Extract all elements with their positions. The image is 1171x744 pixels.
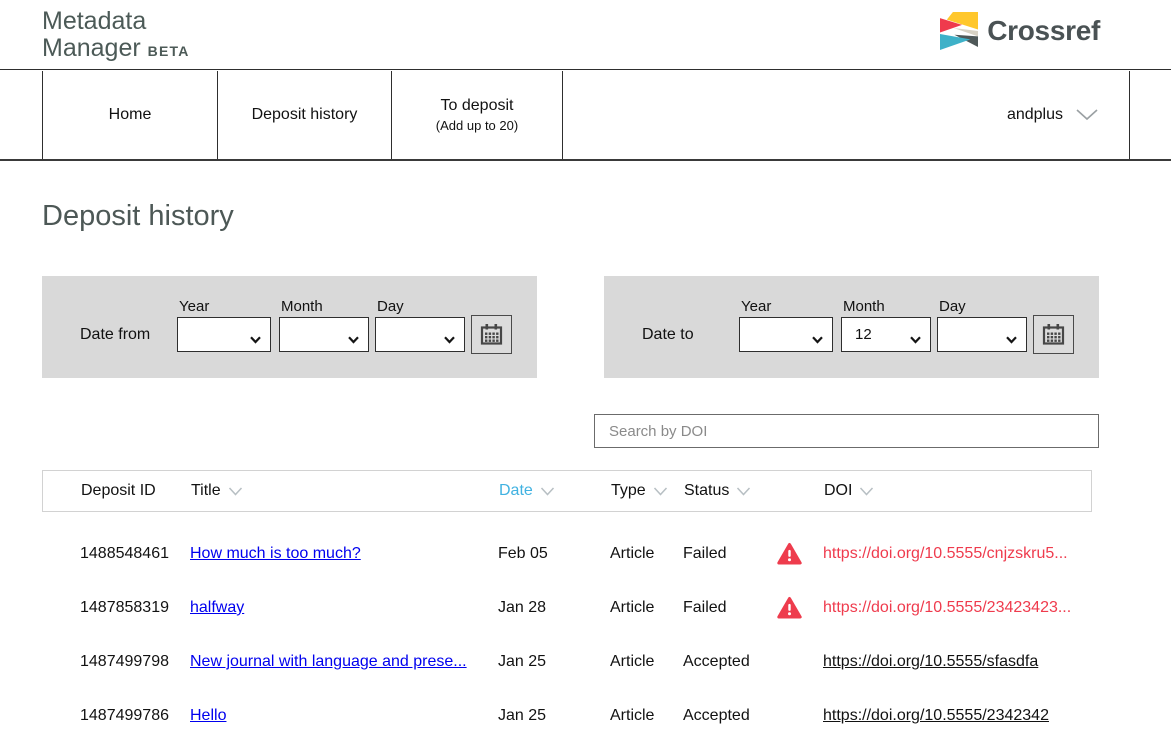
metadata-manager-logo: Metadata Manager BETA xyxy=(42,8,190,65)
date-to-panel: Date to Year Month Day 12 xyxy=(604,276,1099,378)
deposit-type: Article xyxy=(610,599,654,617)
sort-chevron-icon xyxy=(653,487,668,496)
nav-divider xyxy=(562,71,563,159)
crossref-logo-icon xyxy=(940,9,978,53)
deposit-id: 1487499786 xyxy=(80,707,169,725)
sort-chevron-icon xyxy=(228,487,243,496)
column-label: Deposit ID xyxy=(81,482,156,500)
day-label: Day xyxy=(377,298,404,315)
sort-chevron-icon xyxy=(736,487,751,496)
doi-link[interactable]: https://doi.org/10.5555/sfasdfa xyxy=(823,653,1038,671)
month-value: 12 xyxy=(855,326,872,343)
calendar-icon xyxy=(1042,323,1065,346)
column-label: Type xyxy=(611,482,646,500)
crossref-wordmark: Crossref xyxy=(987,15,1100,47)
tab-to-deposit[interactable]: To deposit (Add up to 20) xyxy=(392,71,562,159)
date-to-calendar-button[interactable] xyxy=(1033,315,1074,354)
date-from-label: Date from xyxy=(80,326,150,344)
tab-deposit-history[interactable]: Deposit history xyxy=(218,71,391,159)
deposit-type: Article xyxy=(610,545,654,563)
table-header: Deposit ID Title Date Type Status DOI xyxy=(42,470,1092,512)
year-label: Year xyxy=(179,298,209,315)
metadata-manager-app: Metadata Manager BETA Crossref xyxy=(0,0,1171,744)
deposit-id: 1487858319 xyxy=(80,599,169,617)
warning-icon[interactable] xyxy=(777,597,802,620)
deposit-date: Jan 28 xyxy=(498,599,546,617)
year-label: Year xyxy=(741,298,771,315)
nav-divider xyxy=(1129,71,1130,159)
status-text: Failed xyxy=(683,545,727,563)
tab-to-deposit-label: To deposit xyxy=(441,97,514,115)
title-link[interactable]: How much is too much? xyxy=(190,545,361,563)
date-to-month-select[interactable]: 12 xyxy=(841,317,931,352)
warning-icon[interactable] xyxy=(777,543,802,566)
chevron-down-icon xyxy=(1006,331,1017,348)
date-from-calendar-button[interactable] xyxy=(471,315,512,354)
date-to-day-select[interactable] xyxy=(937,317,1027,352)
date-from-month-select[interactable] xyxy=(279,317,369,352)
column-header-type[interactable]: Type xyxy=(611,482,668,500)
column-label: Title xyxy=(191,482,221,500)
doi-link[interactable]: https://doi.org/10.5555/2342342 xyxy=(823,707,1049,725)
column-header-status[interactable]: Status xyxy=(684,482,751,500)
column-header-doi[interactable]: DOI xyxy=(824,482,874,500)
title-link[interactable]: Hello xyxy=(190,707,226,725)
beta-badge: BETA xyxy=(148,43,190,59)
month-label: Month xyxy=(843,298,885,315)
tab-home[interactable]: Home xyxy=(43,71,217,159)
column-label: Status xyxy=(684,482,729,500)
table-row: 1488548461 How much is too much? Feb 05 … xyxy=(0,527,1171,581)
search-input[interactable] xyxy=(594,414,1099,448)
tab-to-deposit-sublabel: (Add up to 20) xyxy=(436,118,518,133)
date-from-year-select[interactable] xyxy=(177,317,271,352)
date-to-year-select[interactable] xyxy=(739,317,833,352)
deposit-type: Article xyxy=(610,707,654,725)
doi-text: https://doi.org/10.5555/cnjzskru5... xyxy=(823,545,1068,563)
main-nav: Home Deposit history To deposit (Add up … xyxy=(0,71,1171,161)
calendar-icon xyxy=(480,323,503,346)
deposit-date: Feb 05 xyxy=(498,545,548,563)
deposit-date: Jan 25 xyxy=(498,707,546,725)
doi-text: https://doi.org/10.5555/23423423... xyxy=(823,599,1071,617)
column-header-title[interactable]: Title xyxy=(191,482,243,500)
logo-line2: Manager xyxy=(42,34,141,62)
logo-line1: Metadata xyxy=(42,7,146,35)
sort-chevron-icon xyxy=(859,487,874,496)
table-row: 1487499798 New journal with language and… xyxy=(0,635,1171,689)
chevron-down-icon xyxy=(444,331,455,348)
tab-deposit-history-label: Deposit history xyxy=(252,106,358,124)
status-text: Accepted xyxy=(683,653,750,671)
tab-home-label: Home xyxy=(109,106,152,124)
chevron-down-icon xyxy=(812,331,823,348)
sort-chevron-icon xyxy=(540,487,555,496)
column-header-deposit-id: Deposit ID xyxy=(81,482,156,500)
date-from-panel: Date from Year Month Day xyxy=(42,276,537,378)
date-to-label: Date to xyxy=(642,326,694,344)
deposit-date: Jan 25 xyxy=(498,653,546,671)
day-label: Day xyxy=(939,298,966,315)
column-label: DOI xyxy=(824,482,852,500)
chevron-down-icon xyxy=(910,331,921,348)
page-title: Deposit history xyxy=(42,200,234,233)
table-row: 1487499786 Hello Jan 25 Article Accepted… xyxy=(0,689,1171,743)
deposit-id: 1488548461 xyxy=(80,545,169,563)
status-text: Accepted xyxy=(683,707,750,725)
crossref-logo: Crossref xyxy=(940,9,1100,53)
chevron-down-icon xyxy=(1076,109,1098,121)
status-text: Failed xyxy=(683,599,727,617)
title-link[interactable]: halfway xyxy=(190,599,244,617)
column-label: Date xyxy=(499,482,533,500)
chevron-down-icon xyxy=(348,331,359,348)
month-label: Month xyxy=(281,298,323,315)
chevron-down-icon xyxy=(250,331,261,348)
user-menu-label: andplus xyxy=(1007,106,1063,124)
table-row: 1487858319 halfway Jan 28 Article Failed… xyxy=(0,581,1171,635)
title-link[interactable]: New journal with language and prese... xyxy=(190,653,467,671)
date-from-day-select[interactable] xyxy=(375,317,465,352)
user-menu[interactable]: andplus xyxy=(1007,71,1098,159)
app-header: Metadata Manager BETA Crossref xyxy=(0,0,1171,70)
deposit-id: 1487499798 xyxy=(80,653,169,671)
deposit-type: Article xyxy=(610,653,654,671)
column-header-date[interactable]: Date xyxy=(499,482,555,500)
